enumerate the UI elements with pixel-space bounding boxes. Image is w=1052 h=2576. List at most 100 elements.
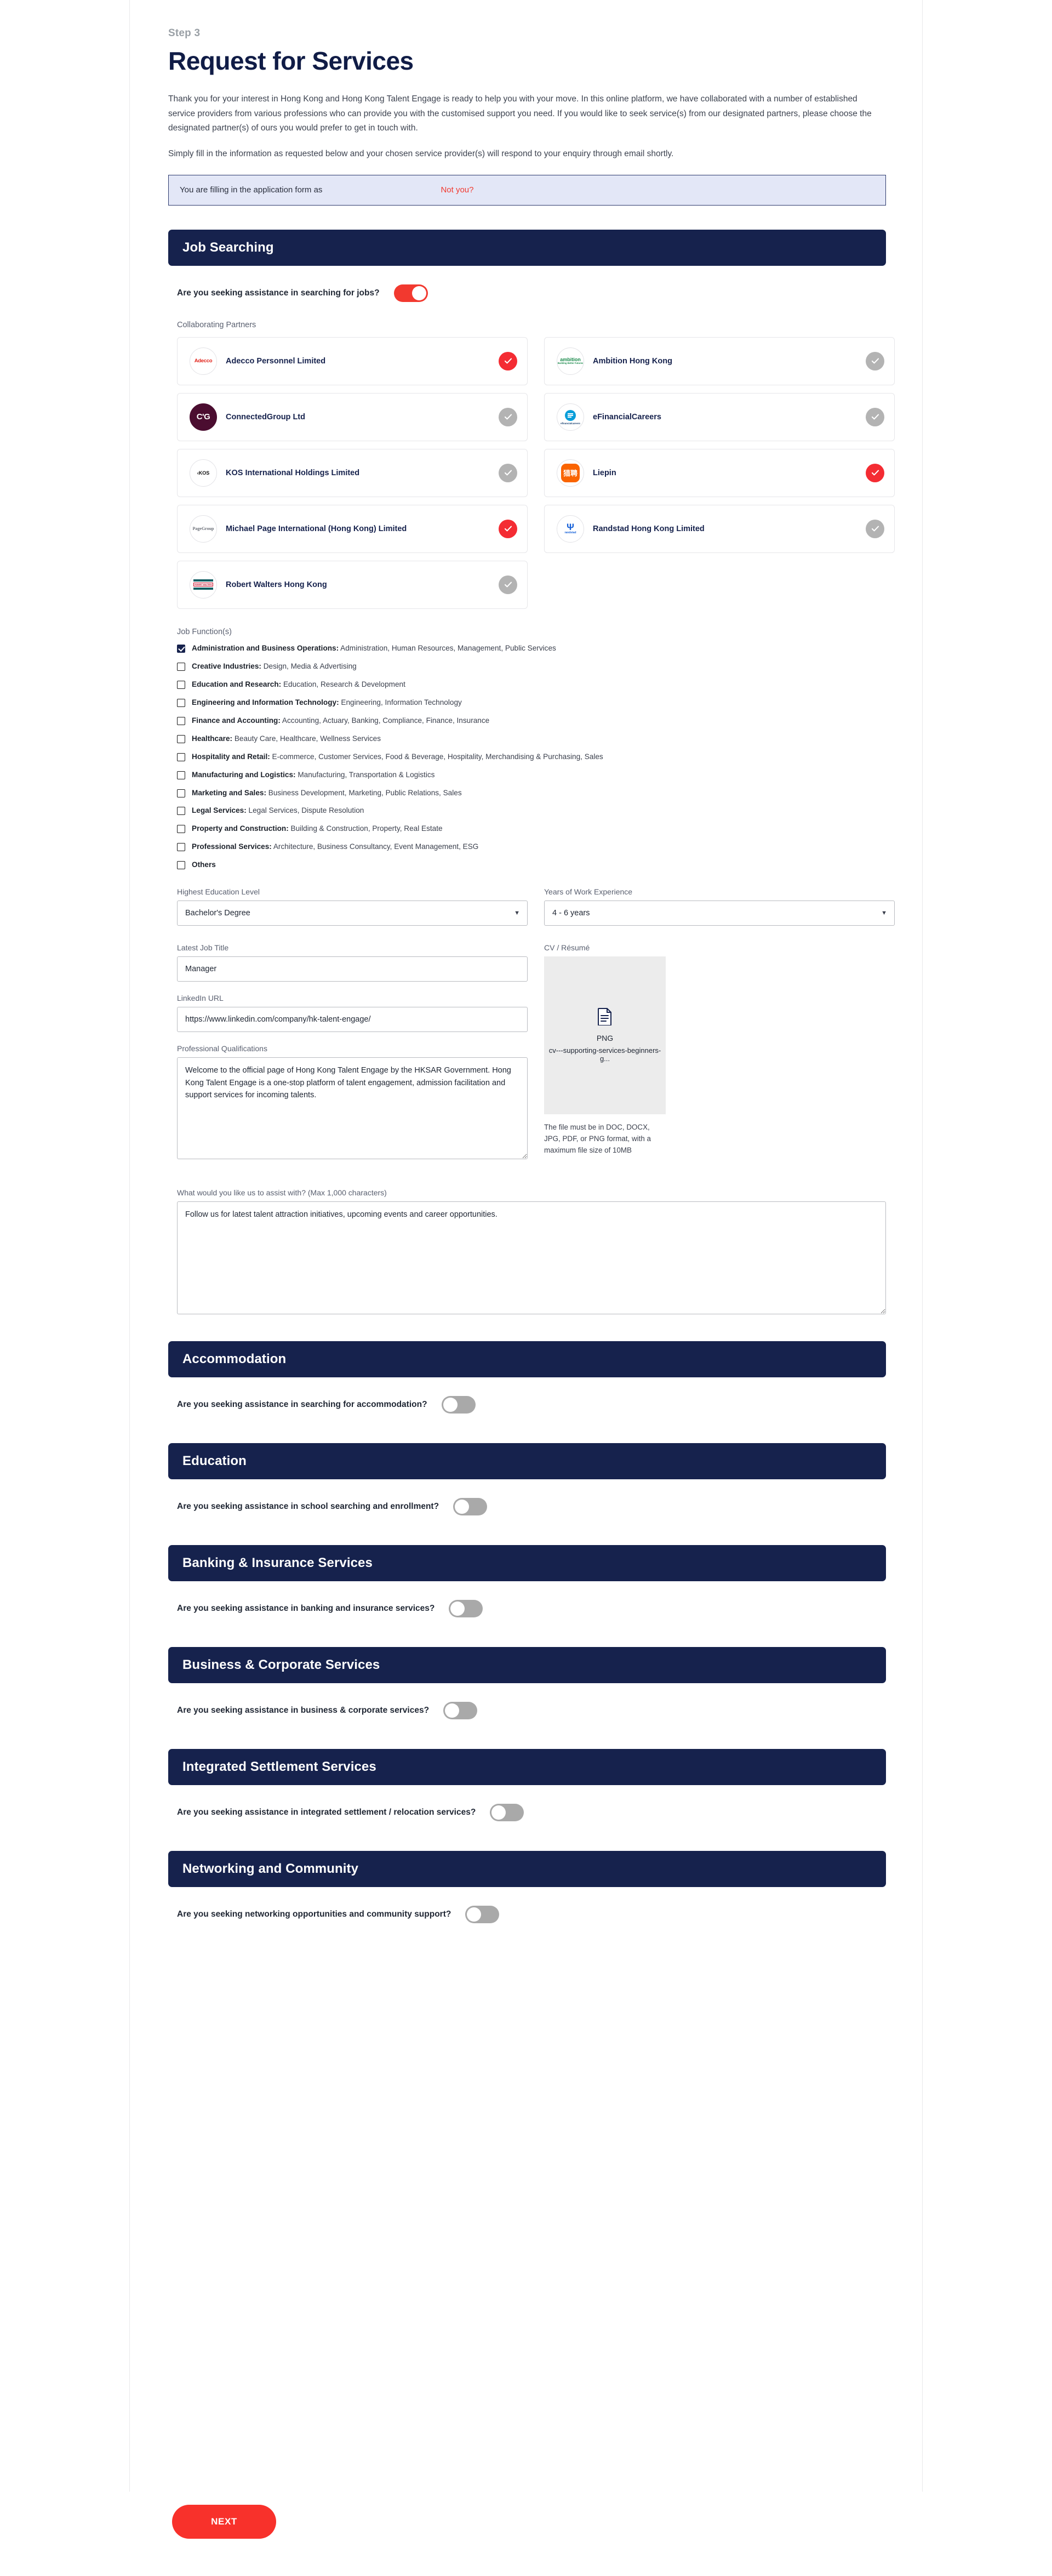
job-function-row[interactable]: Professional Services: Architecture, Bus…	[177, 842, 886, 852]
work-experience-label: Years of Work Experience	[544, 887, 633, 897]
section-header[interactable]: Business & Corporate Services	[168, 1647, 886, 1684]
section-toggle[interactable]	[449, 1600, 483, 1618]
job-function-row[interactable]: Creative Industries: Design, Media & Adv…	[177, 662, 886, 671]
section-title: Banking & Insurance Services	[182, 1555, 373, 1571]
partner-name: Ambition Hong Kong	[593, 356, 672, 366]
job-function-row[interactable]: Healthcare: Beauty Care, Healthcare, Wel…	[177, 734, 886, 744]
job-functions-label: Job Function(s)	[177, 627, 232, 636]
check-unselected-icon[interactable]	[866, 519, 884, 538]
partner-card[interactable]: PageGroup Michael Page International (Ho…	[177, 504, 528, 553]
partner-card[interactable]: 猎聘 Liepin	[544, 448, 895, 497]
pagegroup-logo: PageGroup	[190, 515, 217, 543]
ambition-logo: ambition Building Better Futures	[557, 347, 584, 375]
job-function-row[interactable]: Administration and Business Operations: …	[177, 644, 886, 653]
checkbox-icon[interactable]	[177, 825, 185, 834]
section-toggle[interactable]	[453, 1498, 488, 1516]
partner-card[interactable]: ROBERT WALTERS Robert Walters Hong Kong	[177, 560, 528, 609]
checkbox-icon[interactable]	[177, 753, 185, 761]
cv-upload-dropzone[interactable]: PNG cv---supporting-services-beginners-g…	[544, 956, 666, 1115]
section-toggle-row: Are you seeking assistance in searching …	[168, 1377, 886, 1419]
checkbox-icon[interactable]	[177, 771, 185, 779]
toggle-knob	[450, 1602, 465, 1616]
check-selected-icon[interactable]	[499, 351, 517, 371]
checkbox-checked-icon[interactable]	[177, 644, 185, 653]
checkbox-icon[interactable]	[177, 807, 185, 816]
intro-paragraph-2: Simply fill in the information as reques…	[168, 149, 674, 158]
section-title: Networking and Community	[182, 1861, 359, 1877]
section-header[interactable]: Education	[168, 1443, 886, 1480]
job-function-row[interactable]: Property and Construction: Building & Co…	[177, 824, 886, 834]
check-unselected-icon[interactable]	[499, 407, 517, 426]
check-selected-icon[interactable]	[866, 463, 884, 482]
section-toggle[interactable]	[441, 1396, 476, 1414]
section-header[interactable]: Accommodation	[168, 1341, 886, 1378]
section-integrated-settlement-services: Integrated Settlement Services Are you s…	[168, 1749, 886, 1827]
checkbox-icon[interactable]	[177, 789, 185, 797]
partner-name: Liepin	[593, 468, 616, 477]
partner-name: KOS International Holdings Limited	[226, 468, 360, 477]
job-function-row[interactable]: Education and Research: Education, Resea…	[177, 680, 886, 689]
job-function-detail: Design, Media & Advertising	[263, 662, 357, 670]
job-function-label: Administration and Business Operations: …	[192, 644, 556, 653]
adecco-logo: Adecco	[190, 347, 217, 375]
section-accommodation: Accommodation Are you seeking assistance…	[168, 1341, 886, 1419]
job-function-title: Legal Services:	[192, 806, 247, 815]
job-searching-toggle[interactable]	[393, 284, 428, 302]
job-function-row[interactable]: Engineering and Information Technology: …	[177, 698, 886, 708]
job-function-detail: Manufacturing, Transportation & Logistic…	[298, 770, 435, 779]
section-header[interactable]: Networking and Community	[168, 1851, 886, 1888]
job-function-detail: Building & Construction, Property, Real …	[290, 824, 443, 833]
partner-card[interactable]: ‹KOS KOS International Holdings Limited	[177, 448, 528, 497]
job-title-input[interactable]	[177, 956, 528, 982]
checkbox-icon[interactable]	[177, 734, 185, 743]
section-header[interactable]: Banking & Insurance Services	[168, 1545, 886, 1582]
job-function-row[interactable]: Hospitality and Retail: E-commerce, Cust…	[177, 753, 886, 762]
section-header[interactable]: Integrated Settlement Services	[168, 1749, 886, 1786]
section-education: Education Are you seeking assistance in …	[168, 1443, 886, 1521]
checkbox-icon[interactable]	[177, 716, 185, 725]
check-unselected-icon[interactable]	[866, 407, 884, 426]
education-level-select[interactable]: Bachelor's Degree	[177, 901, 528, 926]
job-function-detail: Business Development, Marketing, Public …	[268, 788, 462, 797]
check-unselected-icon[interactable]	[499, 575, 517, 594]
toggle-knob	[411, 286, 426, 300]
partner-card[interactable]: ambition Building Better Futures Ambition…	[544, 337, 895, 385]
section-question: Are you seeking assistance in integrated…	[177, 1808, 476, 1817]
job-function-detail: Legal Services, Dispute Resolution	[248, 806, 364, 815]
checkbox-icon[interactable]	[177, 698, 185, 707]
document-icon	[598, 1008, 612, 1028]
partner-card[interactable]: Adecco Adecco Personnel Limited	[177, 337, 528, 385]
job-function-row[interactable]: Others	[177, 860, 886, 870]
checkbox-icon[interactable]	[177, 861, 185, 870]
section-toggle[interactable]	[465, 1906, 500, 1924]
section-toggle[interactable]	[443, 1702, 478, 1720]
job-function-row[interactable]: Manufacturing and Logistics: Manufacturi…	[177, 771, 886, 780]
job-function-row[interactable]: Finance and Accounting: Accounting, Actu…	[177, 716, 886, 726]
assist-textarea[interactable]: Follow us for latest talent attraction i…	[177, 1201, 886, 1315]
check-unselected-icon[interactable]	[499, 463, 517, 482]
next-button[interactable]: NEXT	[172, 2505, 276, 2539]
job-function-row[interactable]: Marketing and Sales: Business Developmen…	[177, 789, 886, 798]
toggle-knob	[443, 1398, 458, 1412]
section-header-job-searching[interactable]: Job Searching	[168, 229, 886, 266]
qualifications-textarea[interactable]: Welcome to the official page of Hong Kon…	[177, 1057, 528, 1160]
checkbox-icon[interactable]	[177, 843, 185, 852]
check-selected-icon[interactable]	[499, 519, 517, 538]
check-unselected-icon[interactable]	[866, 351, 884, 371]
checkbox-icon[interactable]	[177, 680, 185, 689]
section-toggle[interactable]	[490, 1804, 524, 1822]
work-experience-select[interactable]: 4 - 6 years	[544, 901, 895, 926]
cv-upload-column: CV / Résumé PNG cv---supporting-services…	[544, 943, 895, 1174]
job-function-row[interactable]: Legal Services: Legal Services, Dispute …	[177, 806, 886, 816]
partner-card[interactable]: efinancialcareers eFinancialCareers	[544, 392, 895, 441]
partner-card[interactable]: C'G ConnectedGroup Ltd	[177, 392, 528, 441]
not-you-link[interactable]: Not you?	[441, 185, 473, 195]
job-title-group: Latest Job Title	[177, 943, 528, 982]
footer-actions: NEXT	[129, 2505, 923, 2539]
page-title: Request for Services	[168, 47, 414, 75]
job-function-detail: Accounting, Actuary, Banking, Compliance…	[282, 716, 490, 725]
checkbox-icon[interactable]	[177, 662, 185, 671]
partner-card[interactable]: Ψrandstad Randstad Hong Kong Limited	[544, 504, 895, 553]
job-function-label: Manufacturing and Logistics: Manufacturi…	[192, 771, 434, 780]
linkedin-input[interactable]	[177, 1007, 528, 1033]
